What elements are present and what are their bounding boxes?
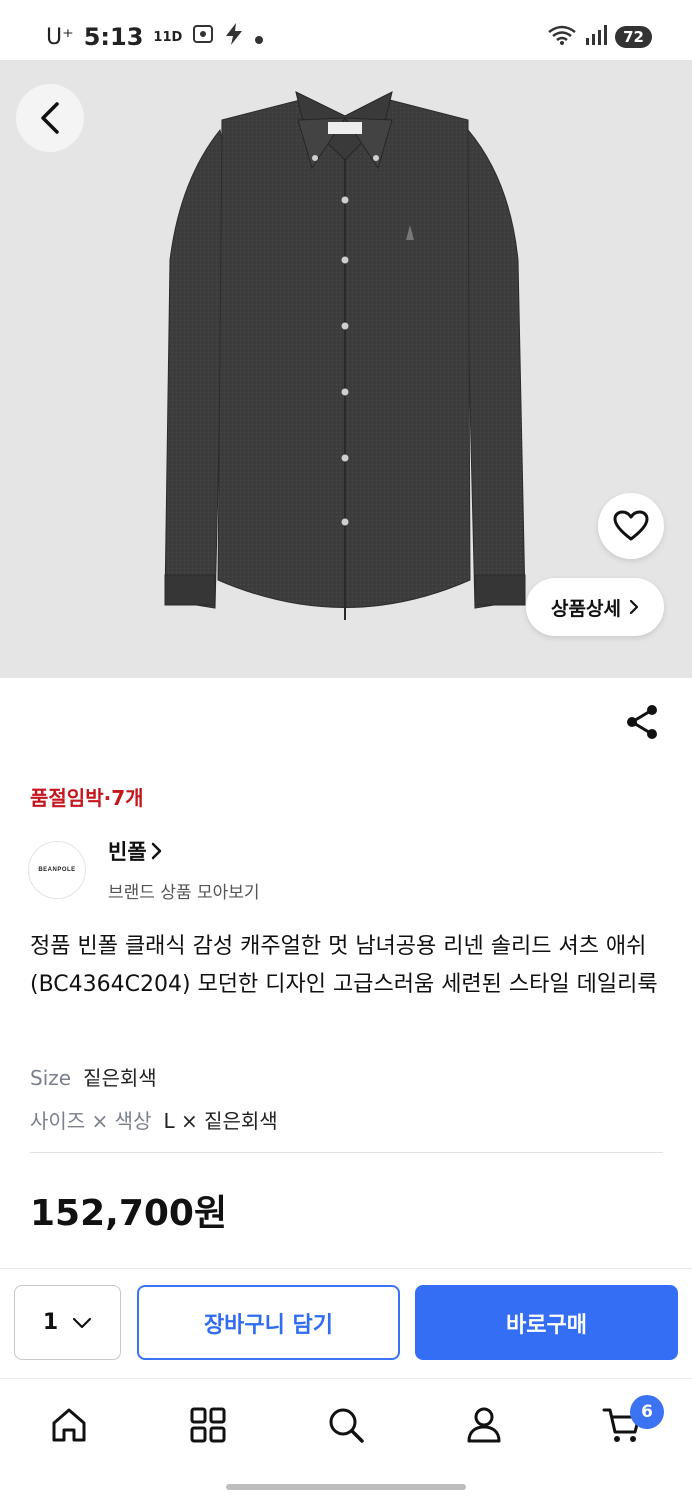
share-button[interactable] [622,702,662,742]
option-size-color: 사이즈 × 색상 L × 짙은회색 [30,1105,278,1134]
buy-now-button[interactable]: 바로구매 [415,1285,678,1360]
brand-link[interactable]: BEANPOLE 빈폴 브랜드 상품 모아보기 [28,836,260,903]
person-icon [467,1407,501,1443]
nav-home[interactable] [45,1401,93,1449]
chevron-left-icon [41,102,59,134]
screenshot-icon [192,23,214,51]
chevron-right-icon [629,599,639,615]
network-indicator: 11D [153,29,183,45]
share-icon [627,705,657,739]
quantity-value: 1 [42,1310,59,1335]
product-detail-button[interactable]: 상품상세 [526,578,664,636]
option-value: 짙은회색 [83,1066,157,1090]
home-icon [52,1408,86,1442]
option-label: Size [30,1066,72,1090]
grid-icon [190,1407,226,1443]
heart-icon [613,510,649,541]
cart-badge: 6 [630,1395,664,1429]
brand-name: 빈폴 [108,840,147,864]
brand-subtitle: 브랜드 상품 모아보기 [108,883,260,903]
search-icon [329,1408,364,1443]
purchase-bar: 1 장바구니 담기 바로구매 [0,1268,692,1378]
nav-search[interactable] [322,1401,370,1449]
home-indicator[interactable] [226,1484,466,1490]
product-image-area[interactable]: 상품상세 [0,60,692,678]
dot-icon [254,23,264,51]
nav-my-page[interactable] [460,1401,508,1449]
chevron-down-icon [73,1317,92,1328]
chevron-right-icon [151,842,161,860]
status-bar: U⁺ 5:13 11D 72 [0,0,692,60]
wifi-icon [547,24,577,50]
brand-logo: BEANPOLE [28,840,86,899]
add-to-cart-button[interactable]: 장바구니 담기 [137,1285,400,1360]
option-value: L × 짙은회색 [163,1109,278,1133]
wishlist-button[interactable] [598,493,664,559]
option-size: Size 짙은회색 [30,1062,157,1091]
signal-icon [585,24,608,50]
option-label: 사이즈 × 색상 [30,1109,152,1133]
stock-notice: 품절임박·7개 [30,786,144,810]
product-detail-label: 상품상세 [551,597,621,620]
brand-name-row[interactable]: 빈폴 [108,836,260,866]
carrier-label: U⁺ [46,24,74,50]
divider [30,1152,663,1153]
quantity-select[interactable]: 1 [14,1285,121,1360]
clock: 5:13 [83,23,144,51]
bolt-icon [224,22,244,52]
product-price: 152,700원 [30,1193,228,1234]
nav-categories[interactable] [184,1401,232,1449]
bottom-nav: 6 [0,1378,692,1470]
battery-indicator: 72 [615,26,652,48]
product-title: 정품 빈폴 클래식 감성 캐주얼한 멋 남녀공용 리넨 솔리드 셔츠 애쉬 (B… [30,934,658,997]
back-button[interactable] [16,84,84,152]
